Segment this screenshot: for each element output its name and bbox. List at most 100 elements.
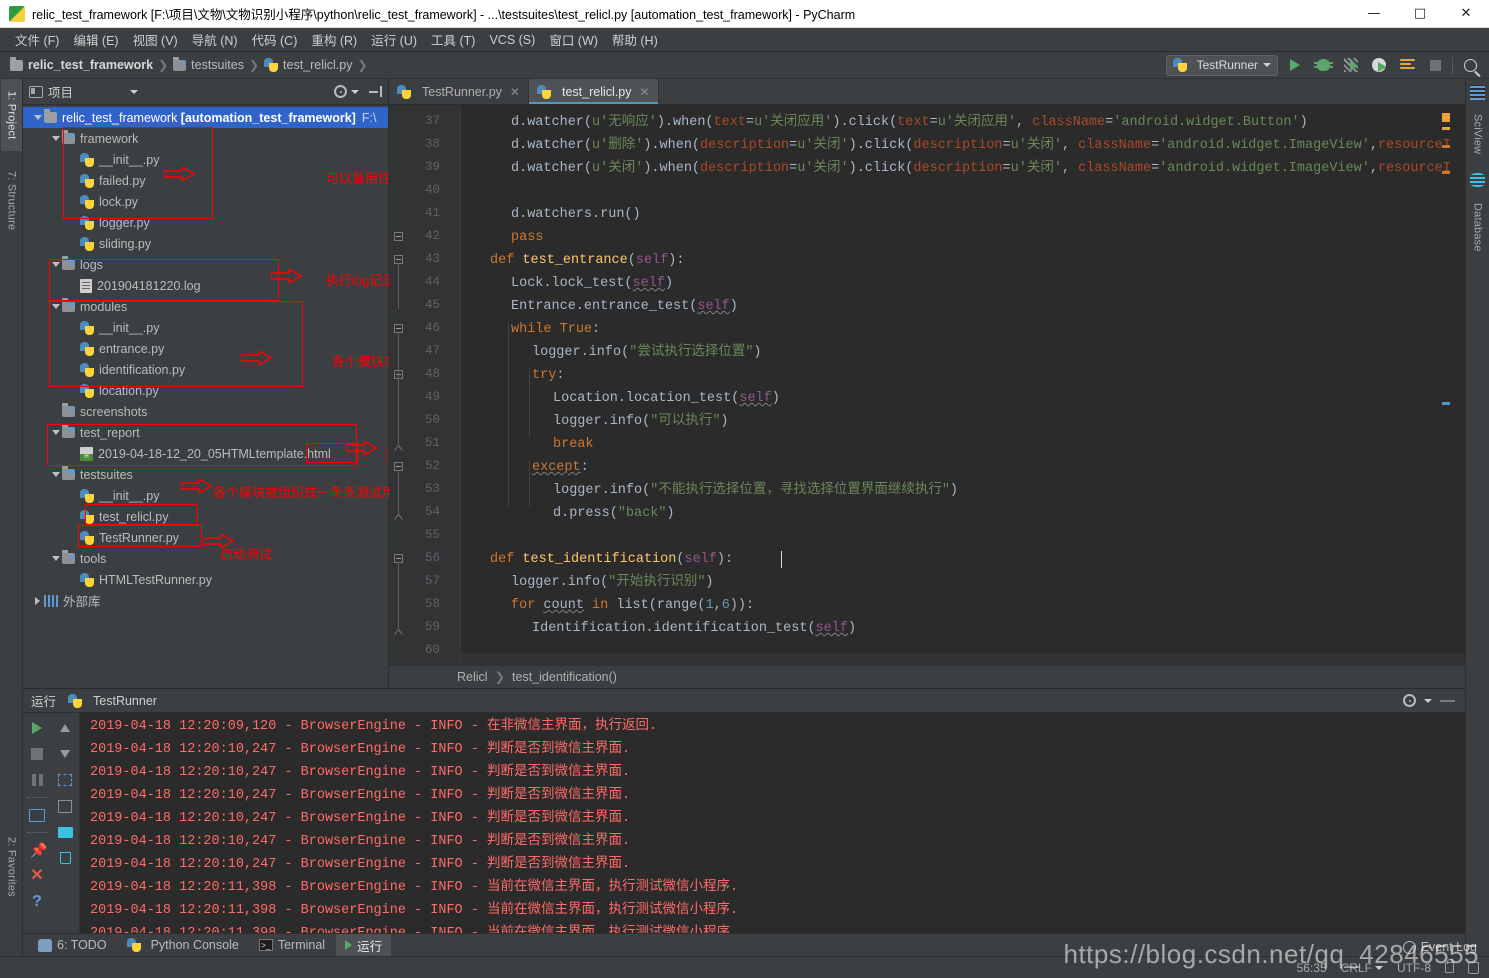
tree-expand-toggle[interactable] [49,136,62,141]
tree-item[interactable]: HTMLTestRunner.py [23,569,388,590]
close-icon[interactable]: ✕ [510,85,520,99]
close-button[interactable]: ✕ [26,865,48,887]
tree-item[interactable]: test_relicl.py [23,506,388,527]
code-line[interactable]: logger.info("不能执行选择位置，寻找选择位置界面继续执行") [553,479,958,502]
run-configuration-selector[interactable]: TestRunner [1165,54,1278,76]
event-log-button[interactable]: Event Log [1402,940,1477,954]
caret-position-label[interactable]: 56:35 [1297,961,1327,975]
editor-tab-test_relicl-py[interactable]: test_relicl.py ✕ [528,79,659,104]
tree-expand-toggle[interactable] [31,596,44,605]
attach-button[interactable] [1396,54,1418,76]
sidebar-item-favorites[interactable]: 2: Favorites [1,819,22,914]
profile-button[interactable] [1368,54,1390,76]
code-line[interactable]: def test_entrance(self): [490,249,684,272]
trash-icon[interactable] [1468,961,1479,974]
tree-expand-toggle[interactable] [49,472,62,477]
tree-expand-toggle[interactable] [31,115,44,120]
menu-item-10[interactable]: 帮助 (H) [605,28,665,51]
tree-item[interactable]: relic_test_framework [automation_test_fr… [23,107,388,128]
lock-icon[interactable] [1445,959,1454,973]
code-line[interactable]: for count in list(range(1,6)): [511,594,754,617]
breadcrumb-file[interactable]: test_relicl.py [264,58,353,72]
code-line[interactable]: except: [532,456,589,479]
print-button[interactable] [54,821,76,843]
sidebar-item-structure[interactable]: 7: Structure [1,155,22,247]
export-button[interactable] [54,795,76,817]
menu-item-1[interactable]: 编辑 (E) [66,28,125,51]
toggle-console-button[interactable] [26,804,48,826]
code-line[interactable]: logger.info("可以执行") [553,410,729,433]
minimize-button[interactable]: — [1351,0,1397,28]
scroll-up-button[interactable] [54,717,76,739]
breadcrumb-testsuites[interactable]: testsuites [173,56,244,72]
tree-item[interactable]: test_report [23,422,388,443]
tree-item[interactable]: framework [23,128,388,149]
collapse-all-icon[interactable] [369,86,382,97]
chevron-down-icon[interactable] [351,89,359,94]
maximize-button[interactable]: □ [1397,0,1443,28]
code-line[interactable]: def test_identification(self): [490,548,733,571]
code-line[interactable]: Lock.lock_test(self) [511,272,673,295]
tree-expand-toggle[interactable] [49,262,62,267]
breadcrumb-project[interactable]: relic_test_framework [10,56,153,72]
tree-item[interactable]: __init__.py [23,485,388,506]
code-line[interactable]: break [553,433,594,456]
run-config-name[interactable]: TestRunner [93,694,157,708]
encoding-label[interactable]: UTF-8 [1397,961,1431,975]
tree-item[interactable]: testsuites [23,464,388,485]
stop-button[interactable] [1424,54,1446,76]
sidebar-item-sciview[interactable]: SciView [1467,103,1488,165]
run-console-output[interactable]: 2019-04-18 12:20:09,120 - BrowserEngine … [79,713,1465,933]
tree-item[interactable]: sliding.py [23,233,388,254]
tree-item[interactable]: screenshots [23,401,388,422]
code-line[interactable]: logger.info("开始执行识别") [511,571,714,594]
tree-item[interactable]: logs [23,254,388,275]
close-button[interactable]: ✕ [1443,0,1489,28]
code-line[interactable]: d.press("back") [553,502,675,525]
tree-item[interactable]: TestRunner.py [23,527,388,548]
breadcrumb-method[interactable]: test_identification() [512,670,617,684]
gear-icon[interactable] [334,85,347,98]
search-everywhere-button[interactable] [1459,54,1481,76]
help-button[interactable]: ? [26,891,48,913]
bottom-tab-terminal[interactable]: >_ Terminal [250,936,334,954]
tree-item[interactable]: 外部库 [23,590,388,611]
chevron-down-icon[interactable] [1375,965,1383,970]
scroll-down-button[interactable] [54,743,76,765]
code-line[interactable]: d.watcher(u'无响应').when(text=u'关闭应用').cli… [511,111,1308,134]
menu-item-8[interactable]: VCS (S) [482,31,542,49]
tree-item[interactable]: failed.py [23,170,388,191]
soft-wrap-button[interactable] [54,769,76,791]
menu-item-4[interactable]: 代码 (C) [245,28,305,51]
tree-item[interactable]: location.py [23,380,388,401]
editor-tab-TestRunner-py[interactable]: TestRunner.py ✕ [389,79,529,104]
tree-item[interactable]: 2019-04-18-12_20_05HTMLtemplate.html [23,443,388,464]
tree-item[interactable]: modules [23,296,388,317]
menu-item-0[interactable]: 文件 (F) [8,28,66,51]
tree-expand-toggle[interactable] [49,556,62,561]
clear-all-button[interactable] [54,847,76,869]
tree-expand-toggle[interactable] [49,304,62,309]
code-line[interactable]: Identification.identification_test(self) [532,617,856,640]
tree-item[interactable]: tools [23,548,388,569]
sidebar-item-project[interactable]: 1: Project [1,79,22,151]
bottom-tab-6--todo[interactable]: 6: TODO [29,936,116,954]
warning-marker[interactable] [1442,127,1450,130]
run-button[interactable] [1284,54,1306,76]
tree-item[interactable]: __init__.py [23,149,388,170]
code-line[interactable]: Location.location_test(self) [553,387,780,410]
gear-icon[interactable] [1403,694,1416,707]
stop-button[interactable] [26,743,48,765]
editor-code-area[interactable]: d.watcher(u'无响应').when(text=u'关闭应用').cli… [461,105,1465,665]
bottom-tab-python-console[interactable]: Python Console [118,936,248,954]
chevron-down-icon[interactable] [130,89,139,94]
tree-item[interactable]: identification.py [23,359,388,380]
menu-item-9[interactable]: 窗口 (W) [542,28,605,51]
rerun-button[interactable] [26,717,48,739]
sidebar-item-database[interactable]: Database [1467,191,1488,263]
fold-collapse-icon[interactable] [394,232,403,241]
menu-item-7[interactable]: 工具 (T) [424,28,482,51]
tree-item[interactable]: entrance.py [23,338,388,359]
caret-marker[interactable] [1442,402,1450,405]
chevron-down-icon[interactable] [1424,698,1432,703]
